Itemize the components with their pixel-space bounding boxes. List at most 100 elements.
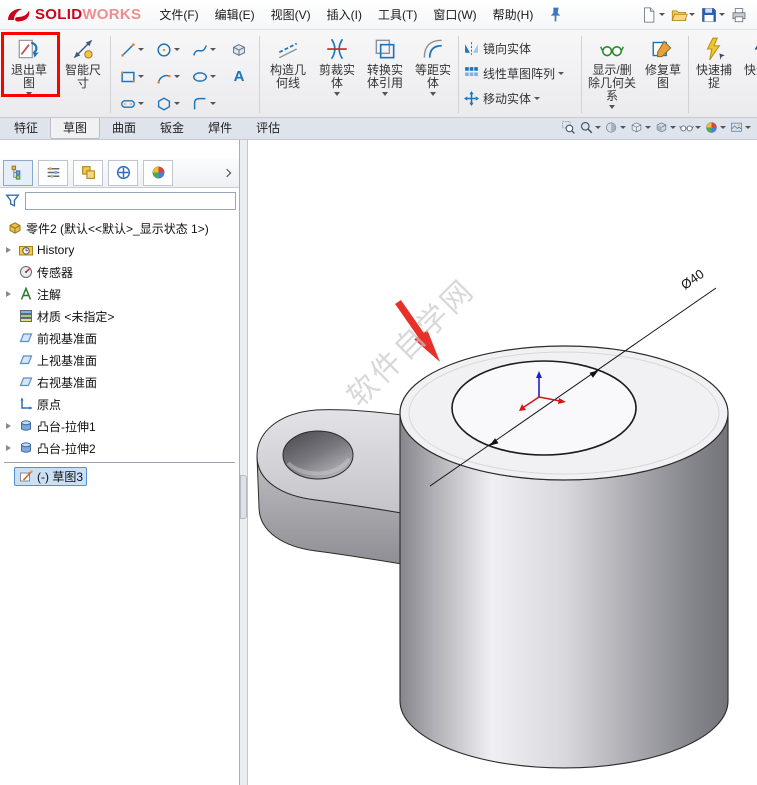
graphics-area[interactable]: Ø40 软件自学网 xyxy=(248,140,757,785)
chevron-down-icon[interactable] xyxy=(382,92,388,96)
tree-item-sensors[interactable]: 传感器 xyxy=(2,261,239,283)
text-tool-button[interactable]: A xyxy=(221,63,257,90)
print-button[interactable] xyxy=(729,5,749,25)
hide-show-items-button[interactable] xyxy=(679,120,701,135)
menu-insert[interactable]: 插入(I) xyxy=(319,0,370,30)
chevron-down-icon[interactable] xyxy=(595,126,601,129)
mirror-entities-button[interactable]: 镜向实体 xyxy=(461,40,579,57)
menu-tools[interactable]: 工具(T) xyxy=(370,0,425,30)
fillet-tool-button[interactable] xyxy=(185,90,221,117)
chevron-down-icon[interactable] xyxy=(620,126,626,129)
linear-sketch-pattern-button[interactable]: 线性草图阵列 xyxy=(461,65,579,82)
save-button[interactable] xyxy=(699,5,726,25)
display-manager-tab[interactable] xyxy=(143,159,173,186)
chevron-down-icon[interactable] xyxy=(719,13,725,16)
quick-snaps-button[interactable]: 快速捕捉 xyxy=(691,32,737,117)
sketch-3d-tool-button[interactable] xyxy=(221,36,257,63)
tab-evaluate[interactable]: 评估 xyxy=(244,118,292,139)
chevron-down-icon[interactable] xyxy=(173,102,180,105)
convert-entities-button[interactable]: 转换实体引用 xyxy=(360,32,410,117)
construction-geometry-button[interactable]: 构造几何线 xyxy=(262,32,314,117)
chevron-down-icon[interactable] xyxy=(558,72,565,75)
menu-help[interactable]: 帮助(H) xyxy=(485,0,542,30)
menu-view[interactable]: 视图(V) xyxy=(263,0,319,30)
tab-sketch[interactable]: 草图 xyxy=(50,118,101,139)
tree-item-boss-extrude1[interactable]: 凸台-拉伸1 xyxy=(2,415,239,437)
chevron-down-icon[interactable] xyxy=(689,13,695,16)
rectangle-tool-button[interactable] xyxy=(113,63,149,90)
chevron-down-icon[interactable] xyxy=(209,75,216,78)
display-delete-relations-button[interactable]: 显示/删除几何关系 xyxy=(584,32,640,117)
model-canvas[interactable]: Ø40 软件自学网 xyxy=(248,140,757,785)
zoom-fit-button[interactable] xyxy=(561,120,576,135)
chevron-down-icon[interactable] xyxy=(137,75,144,78)
chevron-down-icon[interactable] xyxy=(720,126,726,129)
line-tool-button[interactable] xyxy=(113,36,149,63)
tree-item-material[interactable]: 材质 <未指定> xyxy=(2,305,239,327)
chevron-down-icon[interactable] xyxy=(695,126,701,129)
tab-sheetmetal[interactable]: 钣金 xyxy=(148,118,196,139)
chevron-down-icon[interactable] xyxy=(209,102,216,105)
chevron-down-icon[interactable] xyxy=(745,126,751,129)
tree-item-front-plane[interactable]: 前视基准面 xyxy=(2,327,239,349)
chevron-down-icon[interactable] xyxy=(334,92,340,96)
menu-file[interactable]: 文件(F) xyxy=(151,0,206,30)
view-orientation-button[interactable] xyxy=(629,120,651,135)
sketch-circle[interactable] xyxy=(451,360,637,456)
expand-arrow-icon[interactable] xyxy=(2,423,14,429)
circle-tool-button[interactable] xyxy=(149,36,185,63)
tree-item-boss-extrude2[interactable]: 凸台-拉伸2 xyxy=(2,437,239,459)
tree-item-history[interactable]: History xyxy=(2,239,239,261)
exit-sketch-button[interactable]: 退出草图 xyxy=(0,32,58,117)
tree-item-origin[interactable]: 原点 xyxy=(2,393,239,415)
tree-root[interactable]: 零件2 (默认<<默认>_显示状态 1>) xyxy=(2,217,239,239)
ellipse-tool-button[interactable] xyxy=(185,63,221,90)
splitter-handle[interactable] xyxy=(240,475,247,519)
chevron-down-icon[interactable] xyxy=(645,126,651,129)
expand-arrow-icon[interactable] xyxy=(2,445,14,451)
chevron-down-icon[interactable] xyxy=(137,48,144,51)
move-entities-button[interactable]: 移动实体 xyxy=(461,90,579,107)
chevron-down-icon[interactable] xyxy=(209,48,216,51)
repair-sketch-button[interactable]: 修复草图 xyxy=(640,32,686,117)
chevron-down-icon[interactable] xyxy=(534,97,541,100)
edit-appearance-button[interactable] xyxy=(704,120,726,135)
expand-arrow-icon[interactable] xyxy=(2,247,14,253)
polygon-tool-button[interactable] xyxy=(149,90,185,117)
chevron-down-icon[interactable] xyxy=(670,126,676,129)
expand-arrow-icon[interactable] xyxy=(2,291,14,297)
feature-tree-tab[interactable] xyxy=(3,159,33,186)
trim-entities-button[interactable]: 剪裁实体 xyxy=(314,32,360,117)
panel-expand-button[interactable] xyxy=(218,168,236,177)
property-manager-tab[interactable] xyxy=(38,159,68,186)
chevron-down-icon[interactable] xyxy=(173,48,180,51)
chevron-down-icon[interactable] xyxy=(137,102,144,105)
tab-features[interactable]: 特征 xyxy=(2,118,50,139)
tree-item-sketch3[interactable]: (-) 草图3 xyxy=(2,465,239,487)
offset-entities-button[interactable]: 等距实体 xyxy=(410,32,456,117)
tab-surfaces[interactable]: 曲面 xyxy=(100,118,148,139)
filter-input[interactable] xyxy=(25,191,236,210)
panel-splitter[interactable] xyxy=(240,140,248,785)
tree-item-annotations[interactable]: 注解 xyxy=(2,283,239,305)
display-style-button[interactable] xyxy=(654,120,676,135)
tab-weldments[interactable]: 焊件 xyxy=(196,118,244,139)
configuration-manager-tab[interactable] xyxy=(73,159,103,186)
chevron-down-icon[interactable] xyxy=(26,92,32,96)
open-document-button[interactable] xyxy=(669,5,696,25)
arc-tool-button[interactable] xyxy=(149,63,185,90)
menu-edit[interactable]: 编辑(E) xyxy=(207,0,263,30)
rapid-sketch-button[interactable]: 快速草图 xyxy=(737,32,757,117)
chevron-down-icon[interactable] xyxy=(659,13,665,16)
smart-dimension-button[interactable]: 智能尺寸 xyxy=(58,32,108,117)
tree-item-right-plane[interactable]: 右视基准面 xyxy=(2,371,239,393)
chevron-down-icon[interactable] xyxy=(609,105,615,109)
pin-menu-icon[interactable] xyxy=(547,6,564,23)
chevron-down-icon[interactable] xyxy=(430,92,436,96)
rollback-bar[interactable] xyxy=(4,462,235,463)
new-document-button[interactable] xyxy=(639,5,666,25)
menu-window[interactable]: 窗口(W) xyxy=(425,0,484,30)
slot-tool-button[interactable] xyxy=(113,90,149,117)
chevron-down-icon[interactable] xyxy=(173,75,180,78)
dimxpert-manager-tab[interactable] xyxy=(108,159,138,186)
